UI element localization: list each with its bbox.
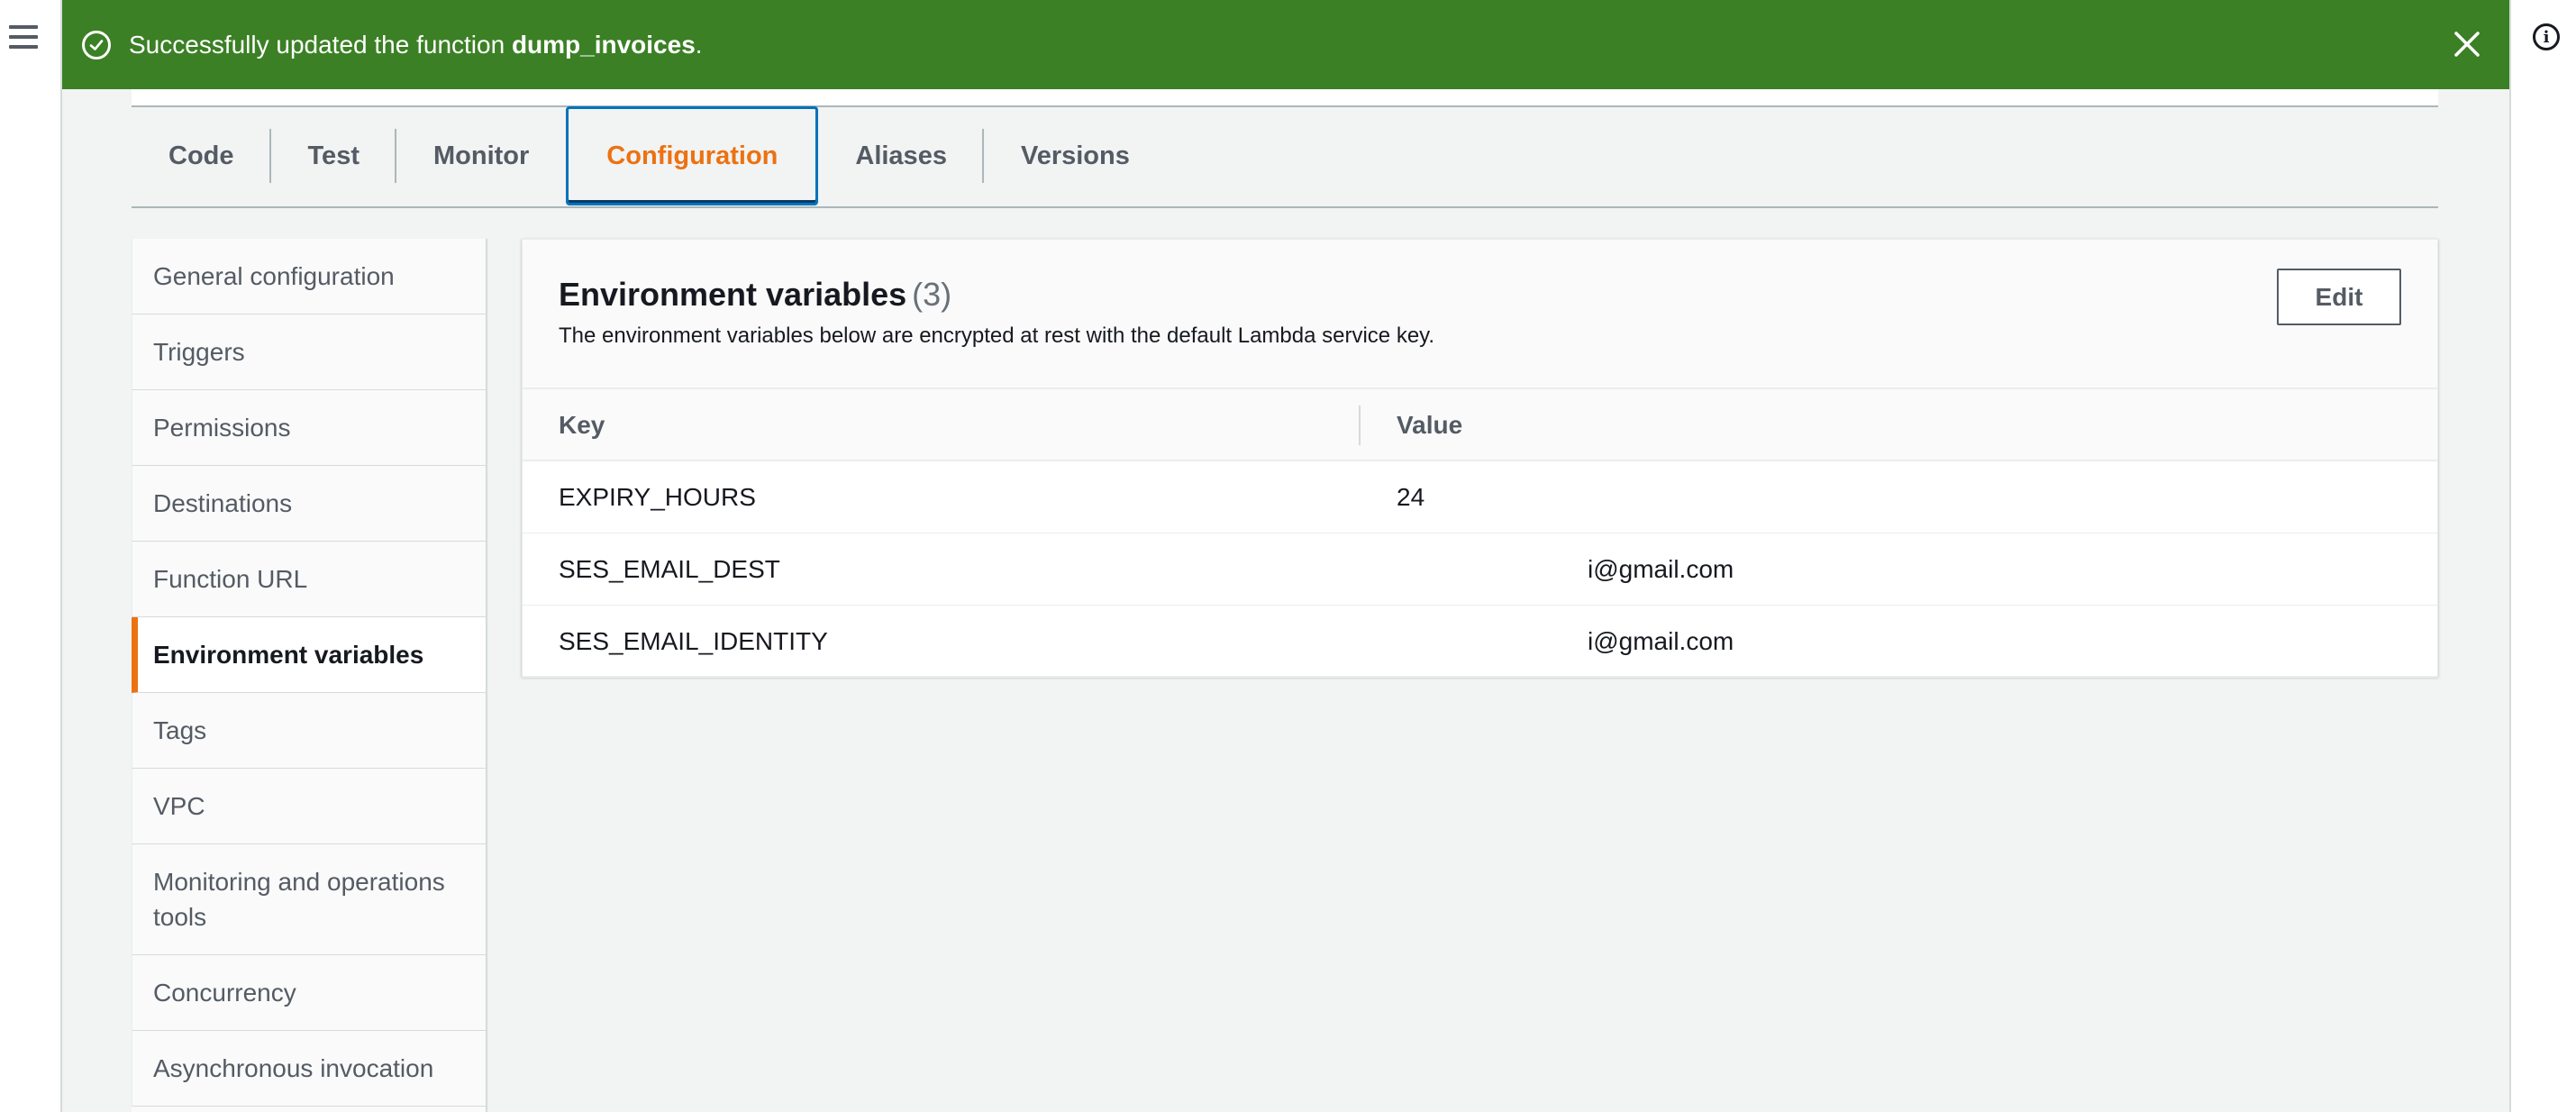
info-icon[interactable]: i: [2533, 23, 2560, 50]
sidebar-item-label: Asynchronous invocation: [153, 1053, 434, 1082]
sidebar-item-triggers[interactable]: Triggers: [132, 314, 486, 390]
sidebar-item-label: Triggers: [153, 337, 245, 366]
column-header-value: Value: [1397, 411, 1463, 439]
tab-label: Monitor: [432, 141, 530, 170]
env-table: Key Value EXPIRY_HOURS 24 SES_EMAIL_DEST…: [523, 389, 2437, 678]
flash-message: Successfully updated the function dump_i…: [129, 31, 703, 59]
table-header: Key Value: [523, 389, 2437, 461]
main-content: Successfully updated the function dump_i…: [62, 0, 2509, 1112]
flash-suffix: .: [695, 30, 703, 59]
panel-description: The environment variables below are encr…: [559, 324, 1435, 348]
tab-code[interactable]: Code: [132, 106, 271, 205]
header-strip: [132, 89, 2438, 107]
column-header-key: Key: [559, 411, 605, 439]
env-key: EXPIRY_HOURS: [559, 483, 756, 511]
env-value: 24: [1397, 483, 1425, 511]
column-divider: [1359, 406, 1361, 445]
tab-label: Versions: [1020, 141, 1130, 170]
tab-versions[interactable]: Versions: [984, 106, 1167, 205]
sidebar-item-label: Destinations: [153, 488, 293, 517]
env-key: SES_EMAIL_DEST: [559, 555, 780, 583]
env-value: i@gmail.com: [1588, 555, 1734, 583]
configuration-sidenav: General configuration Triggers Permissio…: [132, 239, 487, 1112]
sidebar-item-general-configuration[interactable]: General configuration: [132, 239, 486, 314]
tab-label: Configuration: [606, 141, 778, 170]
tab-configuration[interactable]: Configuration: [566, 106, 819, 205]
flash-function-name: dump_invoices: [511, 30, 696, 59]
left-rail: [0, 0, 62, 1112]
edit-button[interactable]: Edit: [2277, 269, 2401, 325]
hamburger-menu-icon[interactable]: [9, 25, 38, 50]
environment-variables-panel: Environment variables (3) The environment…: [522, 239, 2438, 678]
sidebar-item-label: General configuration: [153, 261, 395, 290]
table-row: SES_EMAIL_IDENTITY i@gmail.com: [523, 606, 2437, 678]
table-row: EXPIRY_HOURS 24: [523, 461, 2437, 533]
sidebar-item-function-url[interactable]: Function URL: [132, 542, 486, 617]
panel-count: (3): [912, 276, 952, 313]
panel-title-text: Environment variables: [559, 276, 907, 313]
sidebar-item-label: Monitoring and operations tools: [153, 867, 445, 931]
function-tabs: Code Test Monitor Configuration Aliases …: [132, 105, 2438, 208]
sidebar-item-monitoring-tools[interactable]: Monitoring and operations tools: [132, 844, 486, 955]
tab-monitor[interactable]: Monitor: [396, 106, 566, 205]
tab-label: Code: [168, 141, 234, 170]
env-key: SES_EMAIL_IDENTITY: [559, 627, 828, 655]
table-row: SES_EMAIL_DEST i@gmail.com: [523, 533, 2437, 606]
sidebar-item-label: Environment variables: [153, 640, 424, 669]
sidebar-item-asynchronous-invocation[interactable]: Asynchronous invocation: [132, 1031, 486, 1107]
flash-prefix: Successfully updated the function: [129, 30, 512, 59]
tab-aliases[interactable]: Aliases: [818, 106, 984, 205]
sidebar-item-label: Permissions: [153, 413, 291, 442]
sidebar-item-concurrency[interactable]: Concurrency: [132, 955, 486, 1031]
sidebar-item-permissions[interactable]: Permissions: [132, 390, 486, 466]
success-flashbar: Successfully updated the function dump_i…: [62, 0, 2509, 89]
sidebar-item-label: Tags: [153, 716, 207, 744]
sidebar-item-vpc[interactable]: VPC: [132, 769, 486, 844]
sidebar-item-environment-variables[interactable]: Environment variables: [132, 617, 486, 693]
sidebar-item-label: Function URL: [153, 564, 308, 593]
tab-label: Test: [307, 141, 360, 170]
tab-test[interactable]: Test: [271, 106, 397, 205]
sidebar-item-label: Concurrency: [153, 978, 296, 1007]
panel-title: Environment variables (3): [559, 276, 951, 314]
tab-label: Aliases: [855, 141, 947, 170]
sidebar-item-tags[interactable]: Tags: [132, 693, 486, 769]
env-value: i@gmail.com: [1588, 627, 1734, 655]
panel-header: Environment variables (3) The environment…: [523, 240, 2437, 389]
sidebar-item-label: VPC: [153, 791, 205, 820]
right-rail: i: [2509, 0, 2576, 1112]
check-circle-icon: [82, 30, 111, 59]
sidebar-item-destinations[interactable]: Destinations: [132, 466, 486, 542]
close-icon[interactable]: [2452, 29, 2482, 59]
